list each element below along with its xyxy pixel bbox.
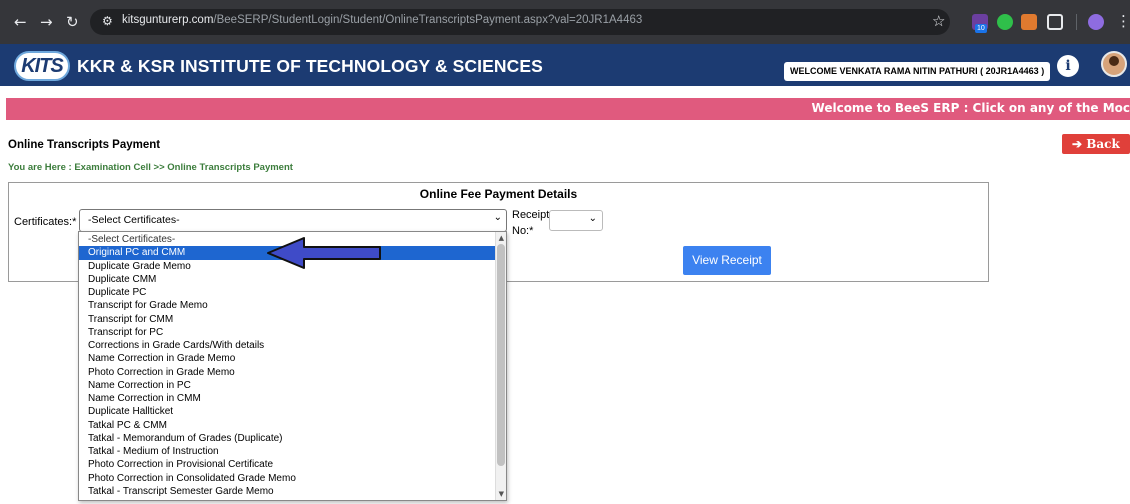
dropdown-option[interactable]: Tatkal - Medium of Instruction bbox=[79, 445, 495, 458]
dropdown-option[interactable]: Duplicate Hallticket bbox=[79, 405, 495, 418]
reload-icon[interactable]: ↻ bbox=[66, 12, 79, 32]
dropdown-options: -Select Certificates- Original PC and CMM… bbox=[79, 233, 495, 498]
info-icon[interactable]: i bbox=[1057, 55, 1079, 77]
extensions-puzzle-icon[interactable] bbox=[1047, 14, 1063, 30]
certificates-select-value: -Select Certificates- bbox=[88, 214, 180, 226]
certificates-label: Certificates:* bbox=[14, 216, 77, 228]
bookmark-star-icon[interactable]: ☆ bbox=[932, 12, 945, 30]
back-arrow-icon[interactable]: ← bbox=[14, 12, 27, 32]
site-settings-icon[interactable]: ⚙ bbox=[102, 14, 113, 28]
menu-kebab-icon[interactable]: ⋮ bbox=[1116, 12, 1130, 30]
extension-badge: 10 bbox=[975, 24, 987, 33]
dropdown-option[interactable]: Photo Correction in Grade Memo bbox=[79, 366, 495, 379]
dropdown-option[interactable]: Tatkal - Transcript Semester Garde Memo bbox=[79, 485, 495, 498]
view-receipt-button[interactable]: View Receipt bbox=[683, 246, 771, 275]
page-title: Online Transcripts Payment bbox=[8, 139, 161, 151]
extension-green-icon[interactable] bbox=[997, 14, 1013, 30]
chevron-down-icon: ⌄ bbox=[588, 213, 597, 224]
dropdown-option[interactable]: Name Correction in CMM bbox=[79, 392, 495, 405]
annotation-arrow-icon bbox=[267, 237, 381, 269]
profile-icon[interactable] bbox=[1088, 14, 1104, 30]
sign-out-arrow-icon: ➔ bbox=[1072, 137, 1083, 151]
dropdown-scrollbar[interactable]: ▲ ▼ bbox=[495, 232, 506, 500]
scroll-thumb[interactable] bbox=[497, 244, 505, 466]
chevron-down-icon: ⌄ bbox=[493, 212, 502, 223]
toolbar-divider bbox=[1076, 14, 1077, 30]
url-text[interactable]: kitsgunturerp.com/BeeSERP/StudentLogin/S… bbox=[122, 14, 642, 26]
scroll-up-icon[interactable]: ▲ bbox=[499, 234, 504, 242]
dropdown-option[interactable]: Corrections in Grade Cards/With details bbox=[79, 339, 495, 352]
welcome-badge: WELCOME VENKATA RAMA NITIN PATHURI ( 20J… bbox=[784, 62, 1051, 81]
certificates-select[interactable]: -Select Certificates- ⌄ bbox=[79, 209, 507, 232]
dropdown-option[interactable]: Tatkal - Memorandum of Grades (Duplicate… bbox=[79, 432, 495, 445]
app-header: KITS KKR & KSR INSTITUTE OF TECHNOLOGY &… bbox=[0, 44, 1130, 86]
dropdown-option[interactable]: Photo Correction in Consolidated Grade M… bbox=[79, 472, 495, 485]
certificates-dropdown-list[interactable]: -Select Certificates- Original PC and CMM… bbox=[78, 231, 507, 501]
dropdown-option[interactable]: Name Correction in Grade Memo bbox=[79, 352, 495, 365]
dropdown-option[interactable]: Transcript for CMM bbox=[79, 313, 495, 326]
dropdown-option[interactable]: Name Correction in PC bbox=[79, 379, 495, 392]
forward-arrow-icon[interactable]: → bbox=[40, 12, 53, 32]
announcement-marquee: Welcome to BeeS ERP : Click on any of th… bbox=[6, 98, 1130, 120]
avatar[interactable] bbox=[1101, 51, 1127, 77]
dropdown-option[interactable]: Photo Correction in Provisional Certific… bbox=[79, 458, 495, 471]
dropdown-option[interactable]: Tatkal PC & CMM bbox=[79, 419, 495, 432]
receipt-no-select[interactable]: ⌄ bbox=[549, 210, 603, 231]
dropdown-option[interactable]: Transcript for PC bbox=[79, 326, 495, 339]
back-button[interactable]: ➔ Back bbox=[1062, 134, 1130, 154]
back-button-label: Back bbox=[1086, 137, 1120, 151]
dropdown-option[interactable]: Transcript for Grade Memo bbox=[79, 299, 495, 312]
panel-title: Online Fee Payment Details bbox=[419, 187, 578, 201]
extension-metamask-icon[interactable] bbox=[1021, 14, 1037, 30]
marquee-text: Welcome to BeeS ERP : Click on any of th… bbox=[811, 101, 1130, 115]
kits-logo: KITS bbox=[14, 51, 70, 81]
dropdown-option[interactable]: Duplicate CMM bbox=[79, 273, 495, 286]
receipt-no-label: Receipt No:* bbox=[512, 209, 550, 237]
breadcrumb: You are Here : Examination Cell >> Onlin… bbox=[8, 162, 293, 173]
scroll-down-icon[interactable]: ▼ bbox=[499, 490, 504, 498]
institute-name: KKR & KSR INSTITUTE OF TECHNOLOGY & SCIE… bbox=[77, 56, 543, 76]
browser-chrome: ← → ↻ ⚙ kitsgunturerp.com/BeeSERP/Studen… bbox=[0, 0, 1130, 44]
dropdown-option[interactable]: Duplicate PC bbox=[79, 286, 495, 299]
